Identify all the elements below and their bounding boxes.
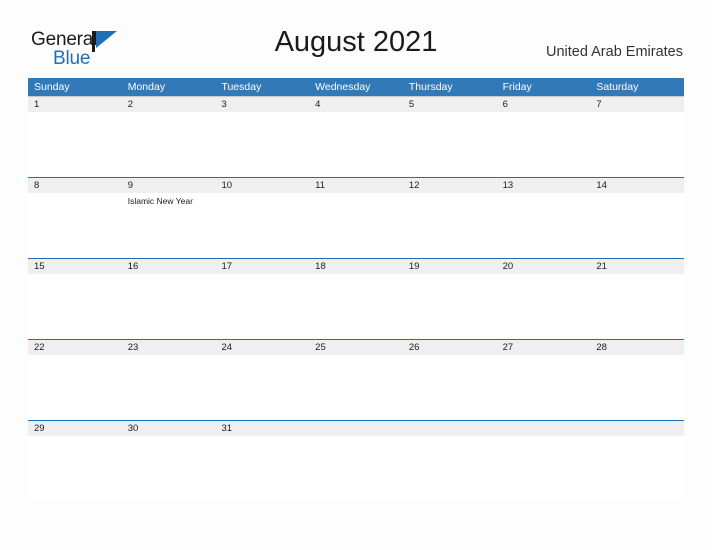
day-number-2[interactable]: 2 (122, 97, 216, 112)
weekday-header-tuesday: Tuesday (221, 81, 262, 93)
calendar-weeks: 1 2 3 4 5 6 7 8 9 10 11 12 13 14 Islamic New Year 15 16 1… (28, 96, 684, 501)
day-number-11[interactable]: 11 (309, 178, 403, 193)
day-number-22[interactable]: 22 (28, 340, 122, 355)
day-number-6[interactable]: 6 (497, 97, 591, 112)
day-cell[interactable] (122, 274, 216, 338)
week-event-strip (28, 112, 684, 176)
calendar-week-row: 8 9 10 11 12 13 14 Islamic New Year (28, 177, 684, 258)
day-cell[interactable] (403, 112, 497, 176)
day-cell[interactable] (497, 274, 591, 338)
day-cell[interactable] (215, 112, 309, 176)
calendar-grid: Sunday Monday Tuesday Wednesday Thursday Frid… (28, 78, 684, 501)
week-date-strip: 29 30 31 (28, 420, 684, 436)
day-cell[interactable] (309, 436, 403, 500)
day-number-5[interactable]: 5 (403, 97, 497, 112)
day-cell[interactable] (122, 355, 216, 419)
week-event-strip: Islamic New Year (28, 193, 684, 257)
day-cell[interactable] (215, 193, 309, 257)
day-cell[interactable] (309, 274, 403, 338)
day-number-17[interactable]: 17 (215, 259, 309, 274)
day-number-20[interactable]: 20 (497, 259, 591, 274)
day-cell[interactable] (590, 355, 684, 419)
day-number-7[interactable]: 7 (590, 97, 684, 112)
day-number-30[interactable]: 30 (122, 421, 216, 436)
day-number-25[interactable]: 25 (309, 340, 403, 355)
day-cell[interactable] (403, 355, 497, 419)
day-cell[interactable] (309, 355, 403, 419)
day-number-12[interactable]: 12 (403, 178, 497, 193)
day-number-3[interactable]: 3 (215, 97, 309, 112)
weekday-header-thursday: Thursday (408, 81, 453, 93)
day-number-18[interactable]: 18 (309, 259, 403, 274)
day-number-14[interactable]: 14 (590, 178, 684, 193)
week-date-strip: 22 23 24 25 26 27 28 (28, 339, 684, 355)
week-date-strip: 1234567 (28, 96, 684, 112)
day-cell[interactable] (497, 112, 591, 176)
country-label: United Arab Emirates (545, 44, 683, 60)
day-number-15[interactable]: 15 (28, 259, 122, 274)
day-number-29[interactable]: 29 (28, 421, 122, 436)
calendar-page: General Blue August 2021 United Arab Emi… (0, 0, 712, 550)
week-event-strip (28, 436, 684, 500)
day-cell[interactable] (590, 436, 684, 500)
day-number-empty (590, 421, 684, 436)
calendar-week-row: 29 30 31 (28, 420, 684, 501)
calendar-week-row: 1234567 (28, 96, 684, 177)
weekday-header-friday: Friday (502, 81, 532, 93)
day-cell[interactable] (403, 436, 497, 500)
day-number-23[interactable]: 23 (122, 340, 216, 355)
day-number-28[interactable]: 28 (590, 340, 684, 355)
weekday-header-wednesday: Wednesday (315, 81, 371, 93)
day-cell[interactable] (497, 436, 591, 500)
day-cell[interactable] (215, 274, 309, 338)
day-number-19[interactable]: 19 (403, 259, 497, 274)
day-cell[interactable] (497, 355, 591, 419)
day-cell[interactable] (403, 274, 497, 338)
day-number-24[interactable]: 24 (215, 340, 309, 355)
day-cell[interactable] (28, 355, 122, 419)
day-number-27[interactable]: 27 (497, 340, 591, 355)
weekday-header-sunday: Sunday (34, 81, 70, 93)
day-number-16[interactable]: 16 (122, 259, 216, 274)
calendar-week-row: 15 16 17 18 19 20 21 (28, 258, 684, 339)
weekday-header-monday: Monday (127, 81, 166, 93)
day-number-empty (403, 421, 497, 436)
day-cell[interactable] (309, 193, 403, 257)
day-number-10[interactable]: 10 (215, 178, 309, 193)
day-number-4[interactable]: 4 (309, 97, 403, 112)
day-cell[interactable] (28, 436, 122, 500)
day-cell[interactable] (28, 274, 122, 338)
week-date-strip: 15 16 17 18 19 20 21 (28, 258, 684, 274)
day-number-31[interactable]: 31 (215, 421, 309, 436)
day-number-empty (309, 421, 403, 436)
day-cell[interactable] (590, 274, 684, 338)
day-number-13[interactable]: 13 (497, 178, 591, 193)
day-number-26[interactable]: 26 (403, 340, 497, 355)
day-number-8[interactable]: 8 (28, 178, 122, 193)
page-header: General Blue August 2021 United Arab Emi… (0, 0, 712, 78)
day-cell[interactable] (122, 112, 216, 176)
day-cell[interactable]: Islamic New Year (122, 193, 216, 257)
weekday-header-row: Sunday Monday Tuesday Wednesday Thursday Frid… (28, 78, 684, 96)
day-cell[interactable] (215, 436, 309, 500)
day-number-empty (497, 421, 591, 436)
day-number-9[interactable]: 9 (122, 178, 216, 193)
day-cell[interactable] (28, 112, 122, 176)
week-date-strip: 8 9 10 11 12 13 14 (28, 177, 684, 193)
day-cell[interactable] (403, 193, 497, 257)
day-cell[interactable] (590, 193, 684, 257)
week-event-strip (28, 274, 684, 338)
day-cell[interactable] (590, 112, 684, 176)
calendar-week-row: 22 23 24 25 26 27 28 (28, 339, 684, 420)
day-cell[interactable] (215, 355, 309, 419)
day-cell[interactable] (28, 193, 122, 257)
holiday-label: Islamic New Year (127, 196, 193, 206)
day-cell[interactable] (497, 193, 591, 257)
week-event-strip (28, 355, 684, 419)
weekday-header-saturday: Saturday (596, 81, 639, 93)
day-cell[interactable] (309, 112, 403, 176)
day-number-1[interactable]: 1 (28, 97, 122, 112)
day-cell[interactable] (122, 436, 216, 500)
day-number-21[interactable]: 21 (590, 259, 684, 274)
